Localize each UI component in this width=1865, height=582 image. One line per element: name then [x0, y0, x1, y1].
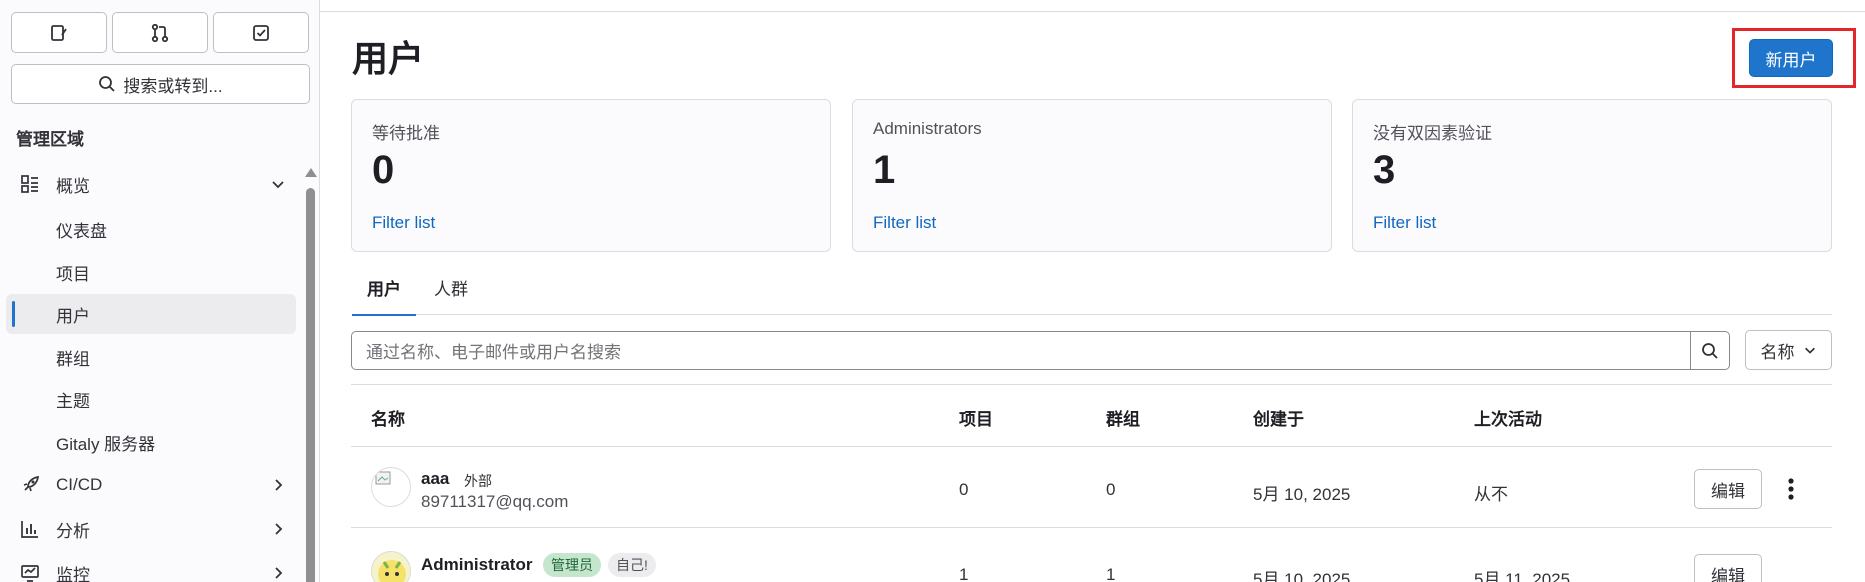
stat-card-administrators: Administrators 1 Filter list: [852, 99, 1332, 252]
sidebar-item-label: 用户: [56, 306, 90, 326]
avatar[interactable]: [371, 551, 411, 582]
last-activity: 5月 11, 2025: [1474, 570, 1571, 582]
user-name-link[interactable]: Administrator: [421, 555, 532, 575]
table-divider: [351, 527, 1832, 528]
sidebar-item-groups[interactable]: 群组: [6, 337, 296, 377]
groups-count: 1: [1106, 565, 1116, 582]
filter-list-link[interactable]: Filter list: [372, 213, 435, 233]
projects-count: 0: [959, 480, 969, 499]
chevron-down-icon: [1804, 347, 1815, 354]
tabs: 用户 人群: [352, 260, 1832, 316]
search-icon: [99, 76, 116, 92]
chevron-right-icon: [275, 523, 283, 535]
scroll-up-arrow-icon[interactable]: [305, 168, 317, 177]
issues-button[interactable]: [11, 12, 107, 53]
issues-icon: [51, 24, 67, 41]
kebab-menu-icon: [1788, 478, 1794, 500]
sidebar-item-overview[interactable]: 概览: [6, 164, 296, 204]
tab-cohorts[interactable]: 人群: [419, 260, 483, 315]
todos-button[interactable]: [213, 12, 309, 53]
search-input[interactable]: 通过名称、电子邮件或用户名搜索: [351, 331, 1691, 370]
todo-icon: [253, 24, 269, 41]
tab-users[interactable]: 用户: [352, 260, 416, 316]
table-divider: [351, 446, 1832, 447]
stat-card-pending-approval: 等待批准 0 Filter list: [351, 99, 831, 252]
table-divider: [351, 384, 1832, 385]
chart-icon: [21, 521, 38, 538]
sidebar-item-label: 分析: [56, 521, 90, 541]
edit-button[interactable]: 编辑: [1694, 554, 1762, 582]
sidebar-item-label: 仪表盘: [56, 221, 107, 241]
broken-image-icon: [375, 471, 391, 485]
stat-value: 3: [1373, 148, 1396, 192]
merge-request-icon: [151, 23, 169, 42]
sort-dropdown[interactable]: 名称: [1745, 330, 1832, 370]
sidebar-item-label: 监控: [56, 565, 90, 582]
search-submit-button[interactable]: [1690, 331, 1730, 370]
sidebar-item-monitoring[interactable]: 监控: [6, 553, 296, 582]
sidebar-item-label: Gitaly 服务器: [56, 434, 156, 454]
filter-list-link[interactable]: Filter list: [1373, 213, 1436, 233]
stat-value: 1: [873, 148, 896, 192]
sidebar-top-buttons: [11, 12, 309, 53]
scrollbar-thumb[interactable]: [306, 188, 315, 582]
rocket-icon: [23, 475, 40, 492]
highlight-box: 新用户: [1732, 28, 1856, 88]
sidebar-item-label: 概览: [56, 176, 90, 196]
avatar[interactable]: [371, 467, 411, 507]
sort-label: 名称: [1760, 342, 1795, 362]
chevron-down-icon: [272, 181, 284, 189]
page-title: 用户: [352, 38, 425, 79]
sidebar-item-analytics[interactable]: 分析: [6, 509, 296, 549]
column-header-last-activity: 上次活动: [1474, 410, 1542, 429]
sidebar: 搜索或转到... 管理区域 概览 仪表盘 项目 用户 群组 主题 Gitaly …: [0, 0, 320, 582]
sidebar-item-label: CI/CD: [56, 475, 103, 494]
groups-count: 0: [1106, 480, 1116, 499]
sidebar-item-dashboard[interactable]: 仪表盘: [6, 209, 296, 249]
search-icon: [1702, 342, 1718, 359]
last-activity: 从不: [1474, 485, 1508, 504]
created-date: 5月 10, 2025: [1253, 570, 1351, 582]
filter-list-link[interactable]: Filter list: [873, 213, 936, 233]
sidebar-item-label: 主题: [56, 391, 90, 411]
column-header-name: 名称: [371, 410, 405, 429]
stat-card-no-2fa: 没有双因素验证 3 Filter list: [1352, 99, 1832, 252]
overview-icon: [21, 175, 38, 193]
stat-label: 等待批准: [372, 124, 440, 143]
more-actions-button[interactable]: [1781, 475, 1801, 503]
top-bar: [320, 0, 1865, 12]
sidebar-search-button[interactable]: 搜索或转到...: [11, 64, 310, 104]
created-date: 5月 10, 2025: [1253, 485, 1351, 504]
external-tag: 外部: [464, 473, 492, 489]
stat-label: Administrators: [873, 119, 982, 138]
stat-value: 0: [372, 148, 395, 192]
avatar-image: [378, 560, 406, 582]
user-email: 89711317@qq.com: [421, 492, 569, 511]
column-header-groups: 群组: [1106, 410, 1140, 429]
sidebar-scrollbar[interactable]: [305, 168, 317, 582]
new-user-button[interactable]: 新用户: [1749, 39, 1833, 77]
stat-label: 没有双因素验证: [1373, 124, 1492, 143]
chevron-right-icon: [275, 479, 283, 491]
column-header-created: 创建于: [1253, 410, 1304, 429]
merge-requests-button[interactable]: [112, 12, 208, 53]
admin-area-title: 管理区域: [16, 130, 84, 149]
sidebar-item-label: 群组: [56, 349, 90, 369]
sidebar-item-label: 项目: [56, 264, 90, 284]
sidebar-item-cicd[interactable]: CI/CD: [6, 465, 296, 505]
monitor-icon: [21, 565, 39, 582]
projects-count: 1: [959, 565, 969, 582]
self-badge: 自己!: [608, 553, 656, 577]
sidebar-search-label: 搜索或转到...: [123, 76, 223, 96]
chevron-right-icon: [275, 567, 283, 579]
sidebar-item-users[interactable]: 用户: [6, 294, 296, 334]
sidebar-item-gitaly-servers[interactable]: Gitaly 服务器: [6, 422, 296, 462]
sidebar-item-projects[interactable]: 项目: [6, 252, 296, 292]
edit-button[interactable]: 编辑: [1694, 469, 1762, 509]
column-header-projects: 项目: [959, 410, 993, 429]
admin-badge: 管理员: [543, 553, 601, 577]
sidebar-item-topics[interactable]: 主题: [6, 379, 296, 419]
user-name-link[interactable]: aaa: [421, 469, 449, 489]
